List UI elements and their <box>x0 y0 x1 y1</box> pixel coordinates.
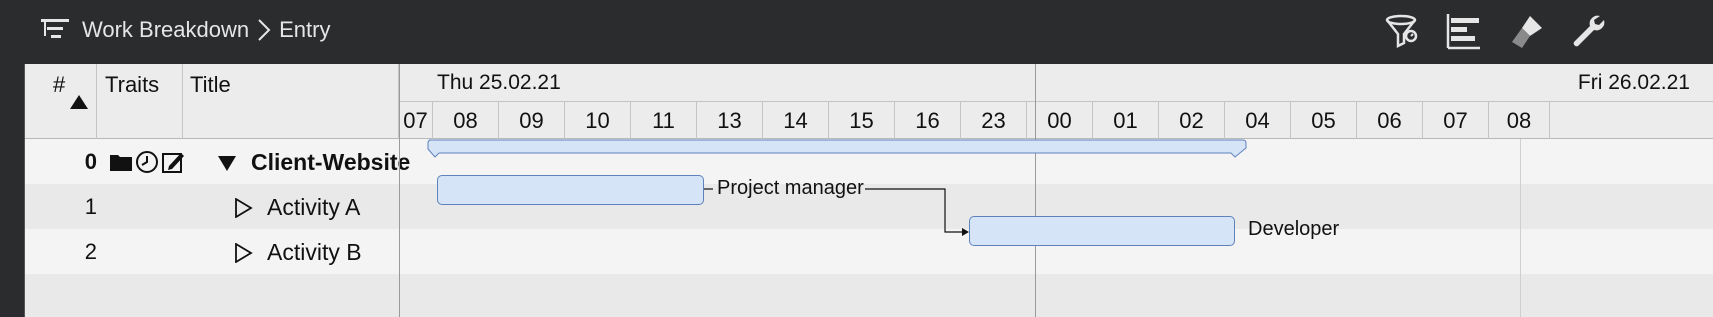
wrench-icon <box>1573 15 1605 47</box>
summary-bar <box>427 139 1247 158</box>
gantt-overlay <box>427 139 1247 236</box>
breadcrumb: Work Breakdown Entry <box>40 14 330 46</box>
dependency-line <box>865 188 965 233</box>
activity-b-bar[interactable] <box>969 216 1235 246</box>
gantt-icon <box>1446 14 1480 50</box>
chevron-right-icon <box>258 19 271 41</box>
dependency-arrow-icon <box>962 228 969 236</box>
settings-button[interactable] <box>1568 10 1610 52</box>
bar-label: Developer <box>1248 218 1340 240</box>
toolbar: Work Breakdown Entry <box>0 0 1713 62</box>
style-button[interactable] <box>1506 10 1548 52</box>
filter-icon <box>1385 14 1418 49</box>
sub-view-name[interactable]: Entry <box>279 17 330 43</box>
filter-button[interactable] <box>1382 10 1424 52</box>
paintbrush-icon <box>1512 16 1542 48</box>
activity-a-bar[interactable] <box>437 175 704 205</box>
view-name[interactable]: Work Breakdown <box>82 17 249 43</box>
gantt-panel: 0 Client-Website 1 Activity A 2 Activity… <box>24 64 1713 317</box>
bar-label: Project manager <box>717 177 864 199</box>
gantt-layout-button[interactable] <box>1443 10 1485 52</box>
work-breakdown-icon[interactable] <box>40 16 72 44</box>
